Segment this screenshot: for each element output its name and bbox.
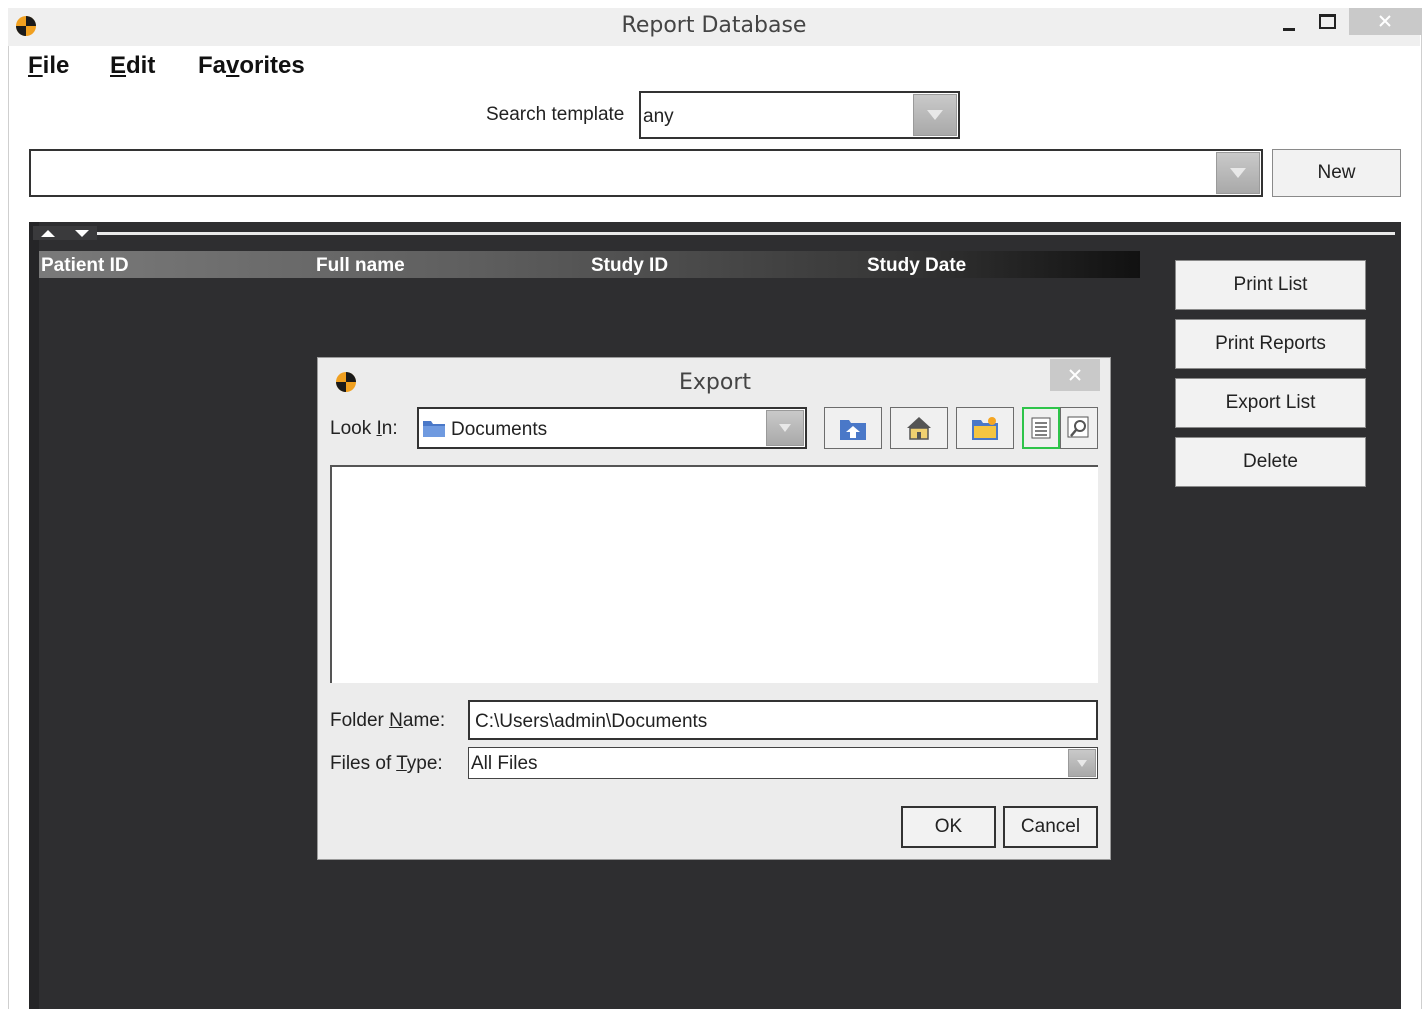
new-button[interactable]: New [1272, 149, 1401, 197]
cancel-button[interactable]: Cancel [1003, 806, 1098, 848]
new-folder-icon [972, 417, 998, 440]
folder-name-label: Folder Name: [330, 710, 446, 731]
search-template-label: Search template [486, 104, 625, 125]
query-combobox[interactable] [29, 149, 1263, 197]
search-template-dropdown-button[interactable] [913, 94, 957, 136]
maximize-button[interactable] [1312, 10, 1338, 36]
up-one-level-button[interactable] [824, 407, 882, 449]
files-of-type-value: All Files [471, 753, 538, 774]
title-bar: Report Database [8, 8, 1422, 46]
search-template-dropdown[interactable]: any [639, 91, 960, 139]
close-icon [1379, 15, 1391, 27]
ok-button[interactable]: OK [901, 806, 996, 848]
files-of-type-dropdown[interactable]: All Files [468, 747, 1098, 779]
dialog-close-button[interactable] [1050, 359, 1100, 391]
window-title: Report Database [621, 13, 807, 38]
export-list-button[interactable]: Export List [1175, 378, 1366, 428]
menu-favorites[interactable]: Favorites [198, 52, 305, 80]
details-view-button[interactable] [1060, 407, 1098, 449]
print-reports-button[interactable]: Print Reports [1175, 319, 1366, 369]
folder-icon [423, 421, 445, 437]
splitter-line[interactable] [97, 232, 1395, 235]
arrow-down-icon[interactable] [75, 230, 89, 237]
maximize-icon [1319, 14, 1336, 29]
close-icon [1069, 369, 1081, 381]
table-header: Patient ID Full name Study ID Study Date [39, 251, 1140, 278]
column-header-study-id[interactable]: Study ID [591, 255, 668, 277]
look-in-dropdown-button[interactable] [766, 410, 804, 446]
column-header-study-date[interactable]: Study Date [867, 255, 966, 277]
search-template-value: any [643, 106, 674, 127]
query-dropdown-button[interactable] [1216, 152, 1260, 194]
new-folder-button[interactable] [956, 407, 1014, 449]
folder-name-input[interactable]: C:\Users\admin\Documents [468, 700, 1098, 740]
files-of-type-label: Files of Type: [330, 753, 443, 774]
folder-up-icon [840, 420, 866, 440]
details-view-icon [1067, 416, 1089, 438]
chevron-down-icon [927, 110, 943, 120]
column-header-patient-id[interactable]: Patient ID [41, 255, 129, 277]
home-icon [907, 417, 931, 440]
minimize-icon [1283, 28, 1295, 31]
splitter-handle[interactable] [33, 226, 97, 240]
chevron-down-icon [1230, 168, 1246, 178]
menu-file[interactable]: File [28, 52, 69, 80]
export-dialog: Export Look In: Documents Folder Name: C… [317, 357, 1111, 860]
home-button[interactable] [890, 407, 948, 449]
menu-edit[interactable]: Edit [110, 52, 155, 80]
chevron-down-icon [1077, 759, 1087, 767]
list-view-button[interactable] [1022, 407, 1060, 449]
minimize-button[interactable] [1276, 12, 1302, 38]
dialog-title: Export [678, 370, 751, 395]
print-list-button[interactable]: Print List [1175, 260, 1366, 310]
list-view-icon [1031, 417, 1051, 439]
file-list[interactable] [330, 465, 1098, 683]
chevron-down-icon [779, 424, 791, 432]
files-of-type-dropdown-button[interactable] [1068, 749, 1096, 777]
arrow-up-icon[interactable] [41, 230, 55, 237]
close-button[interactable] [1349, 8, 1422, 35]
look-in-label: Look In: [330, 418, 398, 439]
delete-button[interactable]: Delete [1175, 437, 1366, 487]
look-in-value: Documents [451, 419, 548, 440]
column-header-full-name[interactable]: Full name [316, 255, 405, 277]
folder-name-value: C:\Users\admin\Documents [475, 711, 708, 732]
look-in-dropdown[interactable]: Documents [417, 407, 807, 449]
panel-left-edge [29, 222, 39, 1009]
